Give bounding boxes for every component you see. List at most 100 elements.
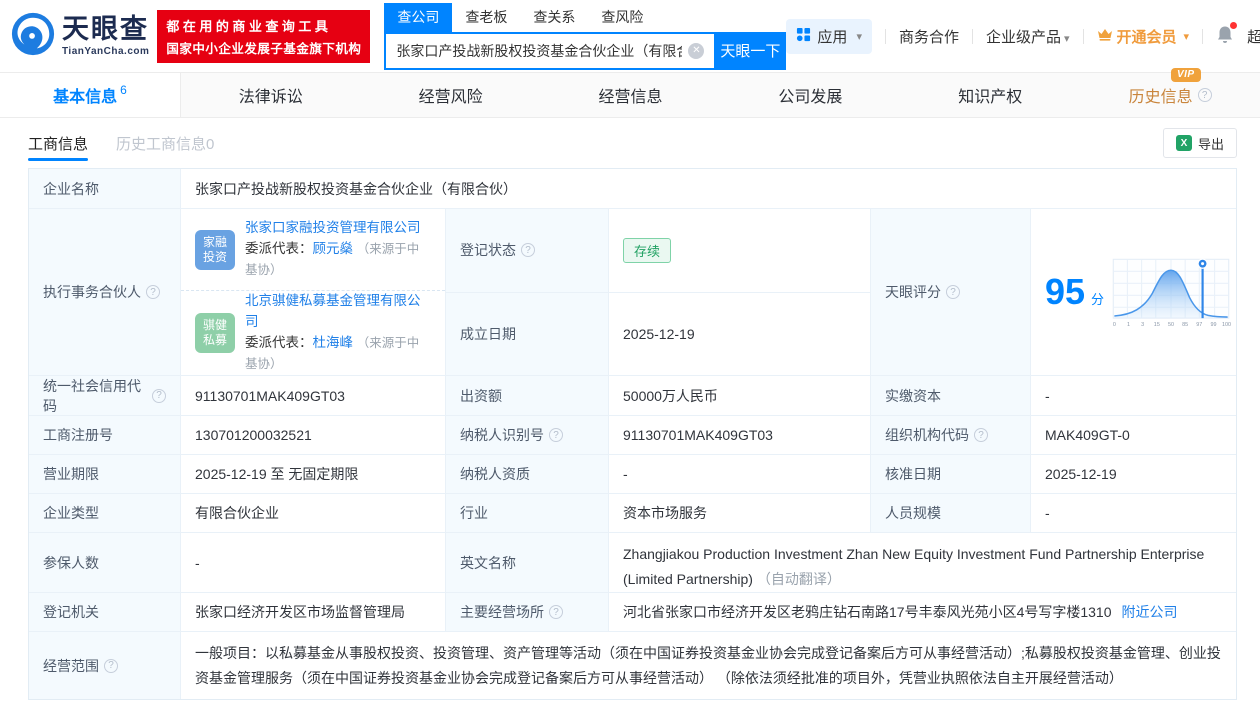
search-input[interactable] [384,31,715,70]
help-icon[interactable] [521,243,535,258]
search-area: 查公司 查老板 查关系 查风险 天眼一下 [384,2,787,70]
org-code-label: 组织机构代码 [871,416,1031,454]
svg-text:0: 0 [1113,322,1116,328]
score-value: 95 [1045,271,1086,312]
logo-swirl-icon [10,11,56,62]
svg-text:97: 97 [1196,322,1202,328]
capital-label: 出资额 [446,376,609,415]
score-cell: 95 分 0 1 3 15 50 85 97 99 100 [1031,209,1246,375]
taxpayer-quality-label: 纳税人资质 [446,455,609,493]
score-unit: 分 [1091,291,1105,307]
help-icon[interactable] [146,285,160,299]
export-button[interactable]: 导出 [1162,128,1237,158]
address-label: 主要经营场所 [446,593,609,631]
company-info-table: 企业名称 张家口产投战新股权投资基金合伙企业（有限合伙） 执行事务合伙人 家融 … [28,168,1237,700]
table-row: 企业名称 张家口产投战新股权投资基金合伙企业（有限合伙） [29,169,1236,209]
taxpayer-id-label: 纳税人识别号 [446,416,609,454]
divider [1082,28,1084,44]
reg-number-value: 130701200032521 [181,416,446,454]
sub-tabs-row: 工商信息 历史工商信息0 导出 [0,118,1260,168]
staff-size-value: - [1045,505,1050,521]
score-chart: 0 1 3 15 50 85 97 99 100 [1112,258,1231,328]
partner-company-link[interactable]: 北京骐健私募基金管理有限公司 [245,293,421,329]
vip-label: 开通会员 [1116,28,1177,46]
registry-value: 张家口经济开发区市场监督管理局 [181,593,446,631]
credit-code-label: 统一社会信用代码 [29,376,181,415]
svg-text:3: 3 [1141,322,1144,328]
apps-menu[interactable]: 应用 [786,18,872,54]
taxpayer-id-value: 91130701MAK409GT03 [609,416,871,454]
search-tab-risk[interactable]: 查风险 [588,3,656,32]
table-row: 登记机关 张家口经济开发区市场监督管理局 主要经营场所 河北省张家口市经济开发区… [29,593,1236,632]
industry-label: 行业 [446,494,609,532]
paid-capital-value: - [1045,387,1050,404]
help-icon[interactable] [104,658,118,673]
company-type-label: 企业类型 [29,494,181,532]
insured-value: - [181,533,446,592]
help-icon[interactable] [549,428,563,442]
divider [884,28,886,44]
rep-name-link[interactable]: 杜海峰 [313,335,354,350]
business-term-label: 营业期限 [29,455,181,493]
svg-text:15: 15 [1154,322,1160,328]
partner-company-link[interactable]: 张家口家融投资管理有限公司 [245,220,421,235]
open-vip-link[interactable]: 开通会员 [1097,26,1190,47]
partners-label: 执行事务合伙人 [29,209,181,375]
rep-name-link[interactable]: 顾元燊 [313,241,354,256]
search-button[interactable]: 天眼一下 [714,31,787,70]
insured-label: 参保人数 [29,533,181,592]
partner-row: 骐健 私募 北京骐健私募基金管理有限公司 委派代表：杜海峰 （来源于中基协） [181,290,445,375]
help-icon[interactable] [549,605,563,619]
subtab-registration-info[interactable]: 工商信息 [28,118,89,168]
notification-bell[interactable] [1216,21,1238,48]
help-icon[interactable] [974,428,988,442]
tab-company-development[interactable]: 公司发展 [720,73,900,117]
divider [971,28,973,44]
slogan-line2: 国家中小企业发展子基金旗下机构 [166,41,362,56]
table-row: 工商注册号 130701200032521 纳税人识别号 91130701MAK… [29,416,1236,455]
super-risk-menu[interactable]: 超级风... [1247,26,1260,47]
logo-domain: TianYanCha.com [62,45,150,57]
apps-label: 应用 [817,28,848,46]
table-row: 统一社会信用代码 91130701MAK409GT03 出资额 50000万人民… [29,376,1236,416]
site-header: 天眼查 TianYanCha.com 都在用的商业查询工具 国家中小企业发展子基… [0,0,1260,72]
partner-avatar: 骐健 私募 [195,313,235,354]
english-name-value: Zhangjiakou Production Investment Zhan N… [623,546,1205,587]
industry-value: 资本市场服务 [609,494,871,532]
subtab-history-registration[interactable]: 历史工商信息0 [116,118,214,168]
tab-intellectual-property[interactable]: 知识产权 [900,73,1080,117]
enterprise-products-menu[interactable]: 企业级产品 [986,26,1070,47]
tab-history-info[interactable]: 历史信息 VIP [1080,68,1260,117]
tianyancha-logo[interactable]: 天眼查 TianYanCha.com [10,11,149,62]
company-name-value: 张家口产投战新股权投资基金合伙企业（有限合伙） [195,180,517,197]
excel-icon [1175,135,1192,151]
main-tabs: 基本信息 6 法律诉讼 经营风险 经营信息 公司发展 知识产权 历史信息 VIP [0,68,1260,118]
paid-capital-label: 实缴资本 [871,376,1031,415]
help-icon[interactable] [1197,88,1212,102]
table-row: 营业期限 2025-12-19 至 无固定期限 纳税人资质 - 核准日期 202… [29,455,1236,494]
tab-business-info[interactable]: 经营信息 [541,73,721,117]
tab-legal-litigation[interactable]: 法律诉讼 [181,73,361,117]
tab-operating-risk[interactable]: 经营风险 [361,73,541,117]
taxpayer-quality-value: - [609,455,871,493]
business-scope-value: 一般项目：以私募基金从事股权投资、投资管理、资产管理等活动（须在中国证券投资基金… [195,645,1221,686]
search-tab-company[interactable]: 查公司 [384,2,453,32]
partners-cell: 家融 投资 张家口家融投资管理有限公司 委派代表：顾元燊 （来源于中基协） 骐健… [181,209,446,375]
svg-text:1: 1 [1127,322,1130,328]
table-row: 参保人数 - 英文名称 Zhangjiakou Production Inves… [29,533,1236,593]
table-row: 企业类型 有限合伙企业 行业 资本市场服务 人员规模 - [29,494,1236,533]
tab-basic-info[interactable]: 基本信息 6 [0,73,181,117]
help-icon[interactable] [946,285,960,299]
slogan-line1: 都在用的商业查询工具 [166,18,332,34]
search-tab-boss[interactable]: 查老板 [452,3,520,32]
help-icon[interactable] [152,388,166,403]
rep-label: 委派代表： [245,241,313,257]
business-coop-link[interactable]: 商务合作 [899,26,959,47]
nearby-companies-link[interactable]: 附近公司 [1122,602,1178,622]
table-row: 执行事务合伙人 家融 投资 张家口家融投资管理有限公司 委派代表：顾元燊 （来源… [29,209,1236,376]
score-axis: 0 1 3 15 50 85 97 99 100 [1113,322,1231,328]
clear-icon[interactable] [688,42,705,59]
grid-icon [796,27,811,46]
search-tab-relation[interactable]: 查关系 [520,3,588,32]
svg-text:100: 100 [1222,322,1231,328]
